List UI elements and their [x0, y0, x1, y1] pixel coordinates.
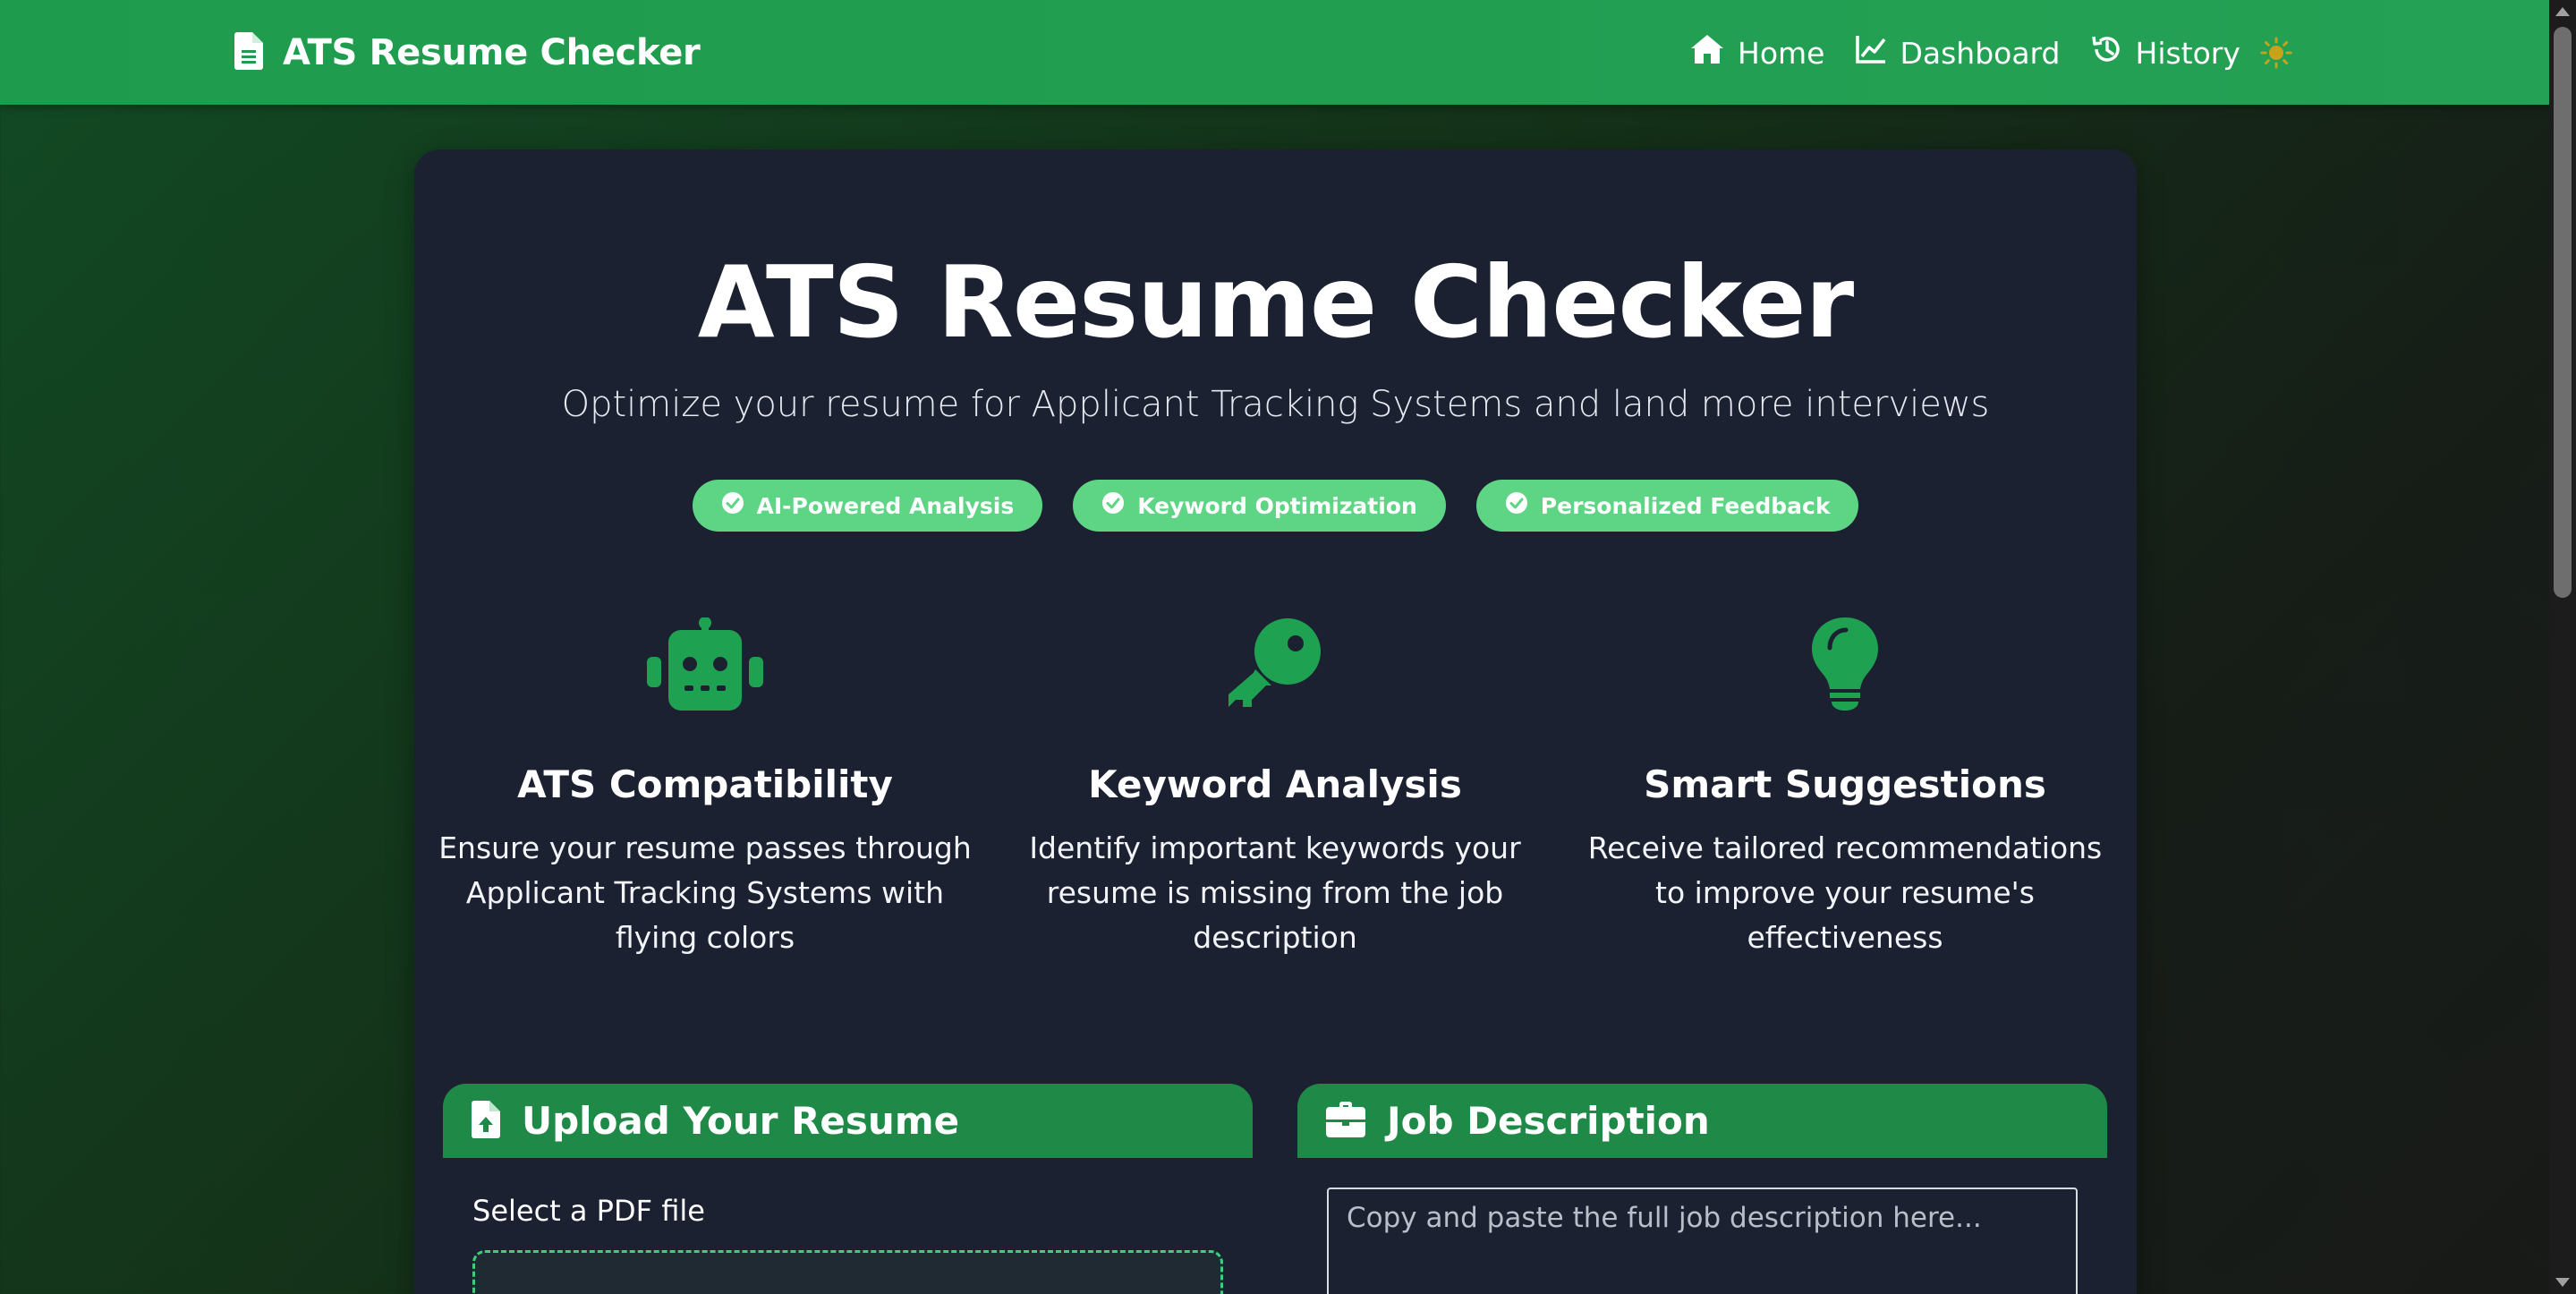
badge-ai-analysis: AI-Powered Analysis [692, 480, 1043, 532]
hero-subtitle: Optimize your resume for Applicant Track… [561, 384, 1990, 425]
feature-description: Receive tailored recommendations to impr… [1587, 830, 2103, 955]
nav-home-label: Home [1738, 35, 1825, 71]
page-scrollbar[interactable] [2549, 0, 2576, 1294]
pdf-select-label: Select a PDF file [472, 1194, 705, 1228]
main-card: ATS Resume Checker Optimize your resume … [414, 149, 2137, 1294]
nav-dashboard-label: Dashboard [1900, 35, 2061, 71]
feature-title: ATS Compatibility [517, 762, 893, 806]
history-icon [2091, 33, 2123, 72]
feature-title: Keyword Analysis [1088, 762, 1462, 806]
nav-home[interactable]: Home [1689, 33, 1824, 72]
nav-dashboard[interactable]: Dashboard [1855, 34, 2061, 72]
brand-link[interactable]: ATS Resume Checker [234, 32, 701, 73]
home-icon [1689, 33, 1725, 72]
chart-line-icon [1855, 34, 1887, 72]
feature-badges: AI-Powered Analysis Keyword Optimization… [414, 480, 2137, 532]
job-description-input[interactable] [1327, 1188, 2078, 1294]
check-circle-icon [1505, 491, 1528, 520]
check-circle-icon [1101, 491, 1125, 520]
file-lines-icon [234, 32, 263, 73]
badge-label: Personalized Feedback [1540, 492, 1831, 519]
job-panel-header: Job Description [1297, 1084, 2107, 1158]
badge-personalized-feedback: Personalized Feedback [1475, 480, 1859, 532]
upload-panel-title: Upload Your Resume [522, 1099, 960, 1143]
scroll-down-arrow[interactable] [2555, 1278, 2570, 1287]
feature-keyword-analysis: Keyword Analysis Identify important keyw… [1007, 615, 1543, 960]
check-circle-icon [721, 491, 744, 520]
job-description-panel: Job Description [1297, 1084, 2107, 1294]
briefcase-icon [1326, 1101, 1365, 1141]
job-panel-title: Job Description [1387, 1099, 1710, 1143]
feature-smart-suggestions: Smart Suggestions Receive tailored recom… [1577, 615, 2113, 960]
feature-ats-compatibility: ATS Compatibility Ensure your resume pas… [437, 615, 973, 960]
lightbulb-icon [1577, 615, 2113, 713]
navbar: ATS Resume Checker Home Dashboard Histor… [0, 0, 2549, 105]
badge-keyword-optimization: Keyword Optimization [1073, 480, 1446, 532]
badge-label: Keyword Optimization [1137, 492, 1417, 519]
brand-text: ATS Resume Checker [283, 32, 701, 73]
nav-history-label: History [2135, 35, 2240, 71]
scroll-up-arrow[interactable] [2555, 7, 2570, 16]
sun-icon [2260, 37, 2292, 72]
robot-icon [437, 615, 973, 713]
badge-label: AI-Powered Analysis [756, 492, 1015, 519]
feature-description: Identify important keywords your resume … [1029, 830, 1521, 955]
nav-links: Home Dashboard History [1689, 32, 2240, 73]
theme-toggle[interactable] [2260, 37, 2292, 69]
nav-history[interactable]: History [2091, 33, 2240, 72]
upload-panel: Upload Your Resume Select a PDF file [443, 1084, 1253, 1294]
hero-title: ATS Resume Checker [697, 245, 1854, 361]
feature-title: Smart Suggestions [1644, 762, 2046, 806]
feature-description: Ensure your resume passes through Applic… [438, 830, 972, 955]
key-icon [1007, 615, 1543, 713]
resume-dropzone[interactable] [472, 1250, 1223, 1294]
file-upload-icon [472, 1100, 500, 1142]
scroll-thumb[interactable] [2554, 27, 2572, 598]
upload-panel-header: Upload Your Resume [443, 1084, 1253, 1158]
